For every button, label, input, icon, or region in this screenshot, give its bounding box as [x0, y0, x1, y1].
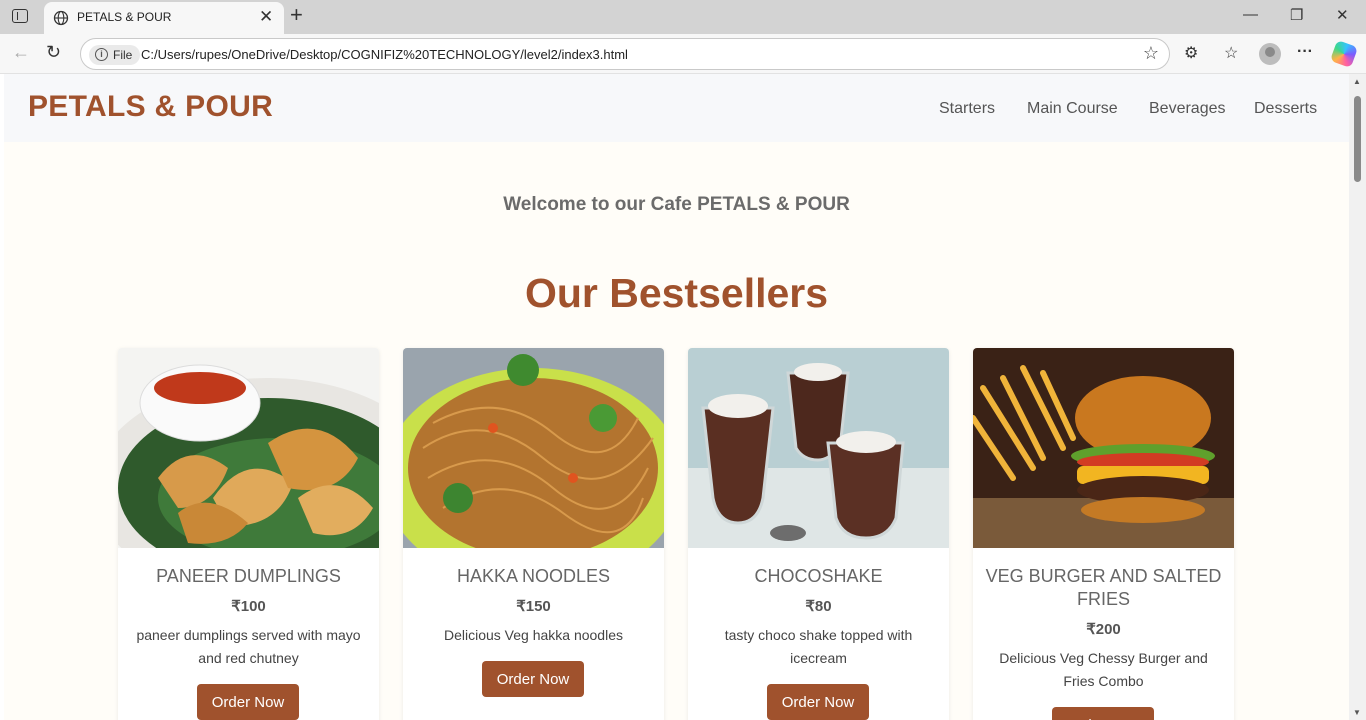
site-info-chip[interactable]: i File: [89, 45, 141, 65]
product-price: ₹150: [516, 598, 551, 615]
product-description: paneer dumplings served with mayo and re…: [136, 627, 361, 666]
nav-link-beverages[interactable]: Beverages: [1149, 100, 1226, 118]
tab-title: PETALS & POUR: [77, 10, 172, 24]
reload-icon[interactable]: ↻: [46, 42, 61, 63]
address-bar[interactable]: i File C:/Users/rupes/OneDrive/Desktop/C…: [80, 38, 1170, 70]
profile-avatar[interactable]: [1259, 43, 1281, 65]
favorite-star-icon[interactable]: ☆: [1143, 43, 1159, 64]
order-now-button[interactable]: Order Now: [767, 684, 869, 720]
product-card: VEG BURGER AND SALTED FRIES ₹200 Delicio…: [973, 348, 1234, 720]
chocoshake-photo: [688, 348, 949, 548]
product-description: Delicious Veg hakka noodles: [443, 627, 623, 643]
dumplings-photo: [118, 348, 379, 548]
favorites-icon[interactable]: ☆: [1224, 43, 1238, 63]
copilot-icon[interactable]: [1329, 39, 1359, 69]
file-label: File: [113, 48, 133, 62]
product-price: ₹100: [231, 598, 266, 615]
scroll-up-arrow-icon[interactable]: ▲: [1353, 77, 1361, 86]
noodles-photo: [403, 348, 664, 548]
scroll-thumb[interactable]: [1354, 96, 1361, 182]
browser-tab[interactable]: PETALS & POUR ✕: [44, 2, 284, 34]
product-card: CHOCOSHAKE ₹80 tasty choco shake topped …: [688, 348, 949, 720]
product-price: ₹200: [1086, 621, 1121, 638]
order-now-button[interactable]: Order Now: [482, 661, 584, 697]
tab-actions-icon[interactable]: [12, 9, 28, 23]
site-header: PETALS & POUR Starters Main Course Bever…: [4, 74, 1349, 142]
product-card: PANEER DUMPLINGS ₹100 paneer dumplings s…: [118, 348, 379, 720]
welcome-text: Welcome to our Cafe PETALS & POUR: [503, 194, 850, 215]
address-bar-row: ← ↻ i File C:/Users/rupes/OneDrive/Deskt…: [0, 34, 1366, 74]
info-icon: i: [95, 48, 108, 61]
new-tab-icon[interactable]: +: [290, 3, 303, 27]
more-menu-icon[interactable]: ···: [1297, 43, 1313, 61]
burger-photo: [973, 348, 1234, 548]
product-price: ₹80: [805, 598, 832, 615]
page-viewport: PETALS & POUR Starters Main Course Bever…: [4, 74, 1349, 720]
globe-icon: [53, 10, 69, 26]
page-scrollbar[interactable]: ▲ ▼: [1349, 74, 1366, 720]
product-name: CHOCOSHAKE: [754, 566, 883, 586]
order-now-button[interactable]: Order Now: [1052, 707, 1154, 720]
nav-link-desserts[interactable]: Desserts: [1254, 100, 1317, 118]
product-description: Delicious Veg Chessy Burger and Fries Co…: [999, 650, 1208, 689]
site-logo[interactable]: PETALS & POUR: [28, 90, 273, 124]
close-tab-icon[interactable]: ✕: [259, 7, 273, 27]
url-text[interactable]: C:/Users/rupes/OneDrive/Desktop/COGNIFIZ…: [141, 47, 628, 62]
minimize-icon[interactable]: —: [1243, 6, 1258, 23]
nav-link-starters[interactable]: Starters: [939, 100, 995, 118]
restore-icon[interactable]: ❐: [1290, 6, 1303, 24]
bestsellers-heading: Our Bestsellers: [524, 270, 829, 316]
product-name: PANEER DUMPLINGS: [156, 566, 341, 586]
product-name: VEG BURGER AND SALTED FRIES: [985, 566, 1222, 609]
nav-link-main-course[interactable]: Main Course: [1027, 100, 1118, 118]
product-description: tasty choco shake topped with icecream: [724, 627, 913, 666]
product-name: HAKKA NOODLES: [456, 566, 611, 586]
order-now-button[interactable]: Order Now: [197, 684, 299, 720]
extensions-icon[interactable]: ⚙: [1184, 43, 1198, 63]
close-window-icon[interactable]: ✕: [1336, 6, 1349, 24]
product-card: HAKKA NOODLES ₹150 Delicious Veg hakka n…: [403, 348, 664, 720]
back-icon[interactable]: ←: [12, 42, 30, 63]
scroll-down-arrow-icon[interactable]: ▼: [1353, 708, 1361, 717]
browser-tab-strip: PETALS & POUR ✕ + — ❐ ✕: [0, 0, 1366, 34]
